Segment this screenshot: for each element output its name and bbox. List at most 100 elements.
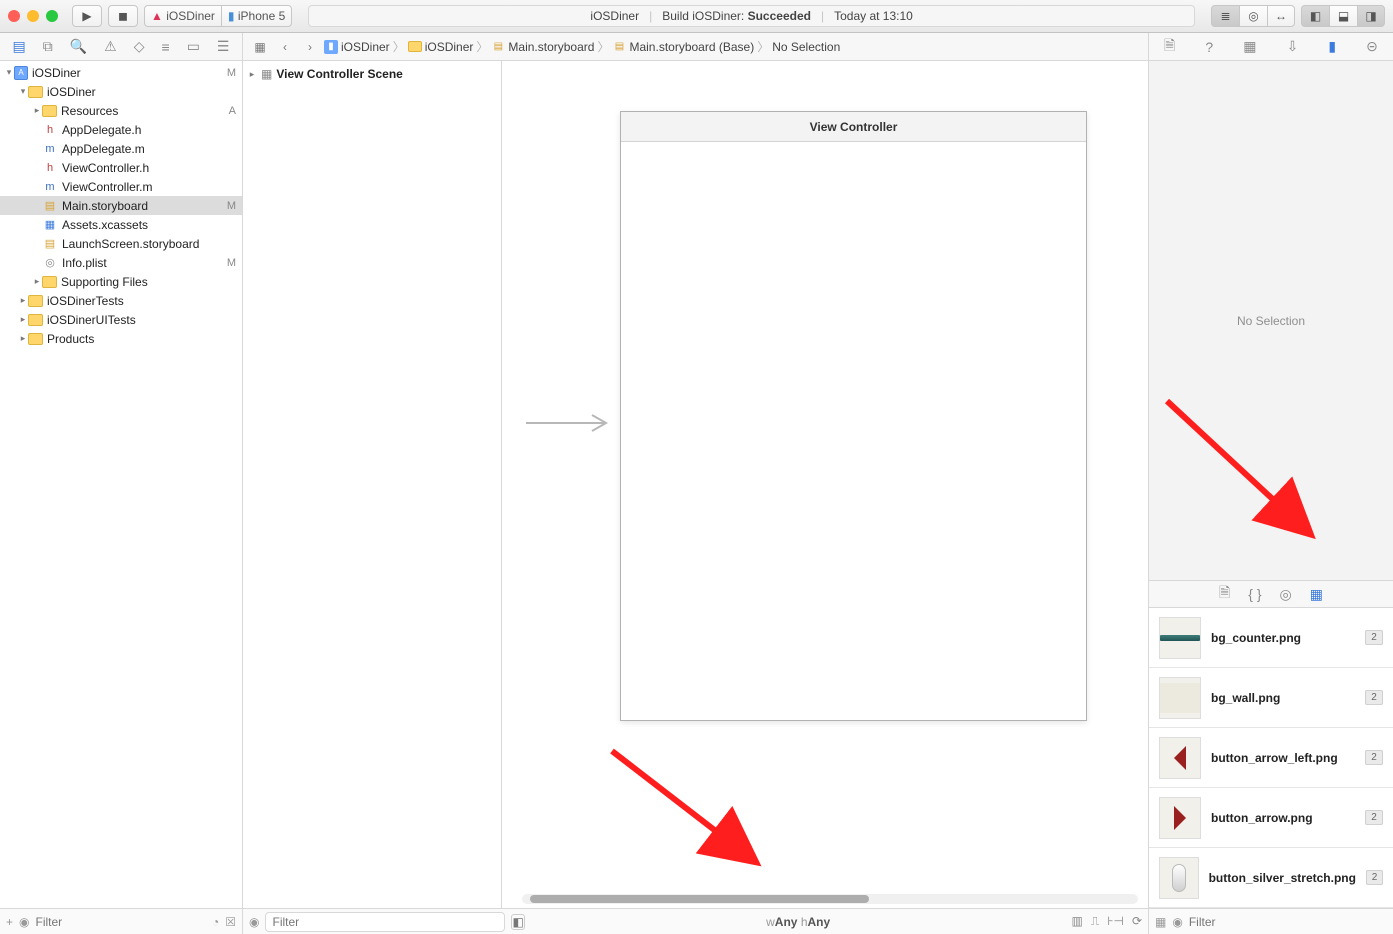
library-filter-scope-icon[interactable]: ◉ [1172, 915, 1182, 929]
align-button[interactable]: ⎍ [1091, 914, 1099, 929]
standard-editor-button[interactable]: ≣ [1211, 5, 1239, 27]
toggle-inspector-button[interactable]: ◨ [1357, 5, 1385, 27]
toggle-debug-button[interactable]: ⬓ [1329, 5, 1357, 27]
library-item[interactable]: button_arrow_left.png2 [1149, 728, 1393, 788]
canvas-h-scrollbar[interactable] [522, 894, 1138, 904]
jump-bar-path[interactable]: ▮iOSDiner〉iOSDiner〉▤Main.storyboard〉▤Mai… [324, 38, 840, 55]
tree-row[interactable]: ▦Assets.xcassets [0, 215, 242, 234]
run-button[interactable]: ▶ [72, 5, 102, 27]
scm-status-badge: A [229, 105, 236, 117]
tree-row[interactable]: ▸iOSDinerTests [0, 291, 242, 310]
zoom-window-button[interactable] [46, 10, 58, 22]
size-inspector-tab[interactable]: ▮ [1328, 38, 1336, 55]
project-tree[interactable]: ▾AiOSDinerM▾iOSDiner▸ResourcesAhAppDeleg… [0, 61, 242, 908]
connections-inspector-tab[interactable]: ⊝ [1366, 38, 1378, 55]
resolve-issues-button[interactable]: ⟳ [1132, 914, 1142, 929]
inspector-tabs[interactable]: 🗎 ? ▦ ⇩ ▮ ⊝ [1149, 33, 1393, 61]
issue-navigator-tab[interactable]: ⚠ [104, 38, 117, 55]
disclosure-icon[interactable]: ▾ [4, 67, 14, 78]
tree-row[interactable]: ▤LaunchScreen.storyboard [0, 234, 242, 253]
attributes-inspector-tab[interactable]: ⇩ [1287, 38, 1299, 55]
disclosure-icon[interactable]: ▸ [18, 314, 28, 325]
code-snippet-library-tab[interactable]: { } [1248, 586, 1261, 602]
scheme-selector[interactable]: ▲ iOSDiner ▮ iPhone 5 [144, 5, 292, 27]
library-item[interactable]: bg_wall.png2 [1149, 668, 1393, 728]
minimize-window-button[interactable] [27, 10, 39, 22]
navigator-tabs[interactable]: ▤ ⧉ 🔍 ⚠ ◇ ≡ ▭ ☰ [0, 33, 242, 61]
stack-button[interactable]: ▥ [1071, 914, 1082, 929]
disclosure-icon[interactable]: ▸ [32, 105, 42, 116]
tree-row[interactable]: ▸Products [0, 329, 242, 348]
jump-bar[interactable]: ▦ ‹ › ▮iOSDiner〉iOSDiner〉▤Main.storyboar… [243, 33, 1148, 61]
panel-toggle-segment[interactable]: ◧ ⬓ ◨ [1301, 5, 1385, 27]
related-items-button[interactable]: ▦ [249, 37, 271, 57]
tree-row[interactable]: mAppDelegate.m [0, 139, 242, 158]
tree-row[interactable]: hViewController.h [0, 158, 242, 177]
tree-row[interactable]: hAppDelegate.h [0, 120, 242, 139]
pin-button[interactable]: ⊦⊣ [1107, 914, 1124, 929]
add-icon[interactable]: + [6, 915, 13, 929]
forward-button[interactable]: › [299, 37, 321, 57]
report-navigator-tab[interactable]: ☰ [217, 38, 230, 55]
jump-bar-crumb[interactable]: ▮iOSDiner [324, 40, 390, 54]
tree-row[interactable]: mViewController.m [0, 177, 242, 196]
filter-scope-icon[interactable]: ◉ [19, 915, 29, 929]
jump-bar-crumb[interactable]: ▤Main.storyboard [491, 40, 594, 54]
disclosure-icon[interactable]: ▸ [32, 276, 42, 287]
tree-row[interactable]: ▾ iOSDiner [0, 82, 242, 101]
debug-navigator-tab[interactable]: ≡ [162, 39, 170, 55]
tree-row-label: iOSDiner [47, 85, 236, 99]
size-class-control[interactable]: wAny hAny [531, 915, 1066, 929]
stop-button[interactable]: ◼ [108, 5, 138, 27]
disclosure-icon[interactable]: ▸ [18, 333, 28, 344]
media-library-tab[interactable]: ▦ [1310, 586, 1323, 603]
back-button[interactable]: ‹ [274, 37, 296, 57]
toggle-navigator-button[interactable]: ◧ [1301, 5, 1329, 27]
file-inspector-tab[interactable]: 🗎 [1164, 35, 1175, 59]
library-item[interactable]: button_silver_stretch.png2 [1149, 848, 1393, 908]
quick-help-tab[interactable]: ? [1205, 39, 1213, 55]
close-window-button[interactable] [8, 10, 20, 22]
tree-row[interactable]: ▤Main.storyboardM [0, 196, 242, 215]
jump-bar-crumb[interactable]: No Selection [772, 40, 840, 54]
identity-inspector-tab[interactable]: ▦ [1243, 38, 1256, 55]
jump-bar-crumb[interactable]: ▤Main.storyboard (Base) [612, 40, 754, 54]
media-library[interactable]: bg_counter.png2bg_wall.png2button_arrow_… [1149, 608, 1393, 908]
tree-row[interactable]: ▸Supporting Files [0, 272, 242, 291]
outline-filter-scope-icon[interactable]: ◉ [249, 915, 259, 929]
find-navigator-tab[interactable]: 🔍 [70, 38, 87, 55]
document-outline[interactable]: ▸ ▦ View Controller Scene [243, 61, 502, 908]
view-controller-scene[interactable]: View Controller [620, 111, 1087, 721]
panel-left-icon: ◧ [1310, 9, 1321, 23]
project-navigator-tab[interactable]: ▤ [13, 38, 26, 55]
tree-row[interactable]: ◎Info.plistM [0, 253, 242, 272]
toggle-outline-button[interactable]: ◧ [511, 914, 524, 930]
library-tabs[interactable]: 🗎 { } ◎ ▦ [1149, 580, 1393, 608]
tree-row[interactable]: ▸iOSDinerUITests [0, 310, 242, 329]
breakpoint-navigator-tab[interactable]: ▭ [187, 38, 200, 55]
disclosure-icon[interactable]: ▸ [18, 295, 28, 306]
storyboard-canvas[interactable]: View Controller [502, 61, 1148, 908]
test-navigator-tab[interactable]: ◇ [134, 38, 145, 55]
assistant-editor-button[interactable]: ◎ [1239, 5, 1267, 27]
tree-row[interactable]: ▸ResourcesA [0, 101, 242, 120]
vc-title-bar[interactable]: View Controller [621, 112, 1086, 142]
library-item[interactable]: bg_counter.png2 [1149, 608, 1393, 668]
library-view-mode-icon[interactable]: ▦ [1155, 915, 1166, 929]
symbol-navigator-tab[interactable]: ⧉ [43, 38, 53, 55]
library-filter-input[interactable] [1189, 915, 1387, 929]
outline-filter-input[interactable] [265, 912, 505, 932]
disclosure-icon[interactable]: ▾ [18, 86, 28, 97]
tree-row[interactable]: ▾AiOSDinerM [0, 63, 242, 82]
file-template-library-tab[interactable]: 🗎 [1219, 582, 1230, 606]
editor-mode-segment[interactable]: ≣ ◎ ↔ [1211, 5, 1295, 27]
scm-filter-icon[interactable]: ☒ [225, 915, 236, 929]
disclosure-icon[interactable]: ▸ [247, 69, 257, 80]
version-editor-button[interactable]: ↔ [1267, 5, 1295, 27]
jump-bar-crumb[interactable]: iOSDiner [408, 40, 474, 54]
recent-filter-icon[interactable]: ◔ [212, 915, 219, 929]
outline-scene-row[interactable]: ▸ ▦ View Controller Scene [247, 67, 497, 81]
object-library-tab[interactable]: ◎ [1280, 586, 1292, 603]
navigator-filter-input[interactable] [36, 915, 206, 929]
library-item[interactable]: button_arrow.png2 [1149, 788, 1393, 848]
